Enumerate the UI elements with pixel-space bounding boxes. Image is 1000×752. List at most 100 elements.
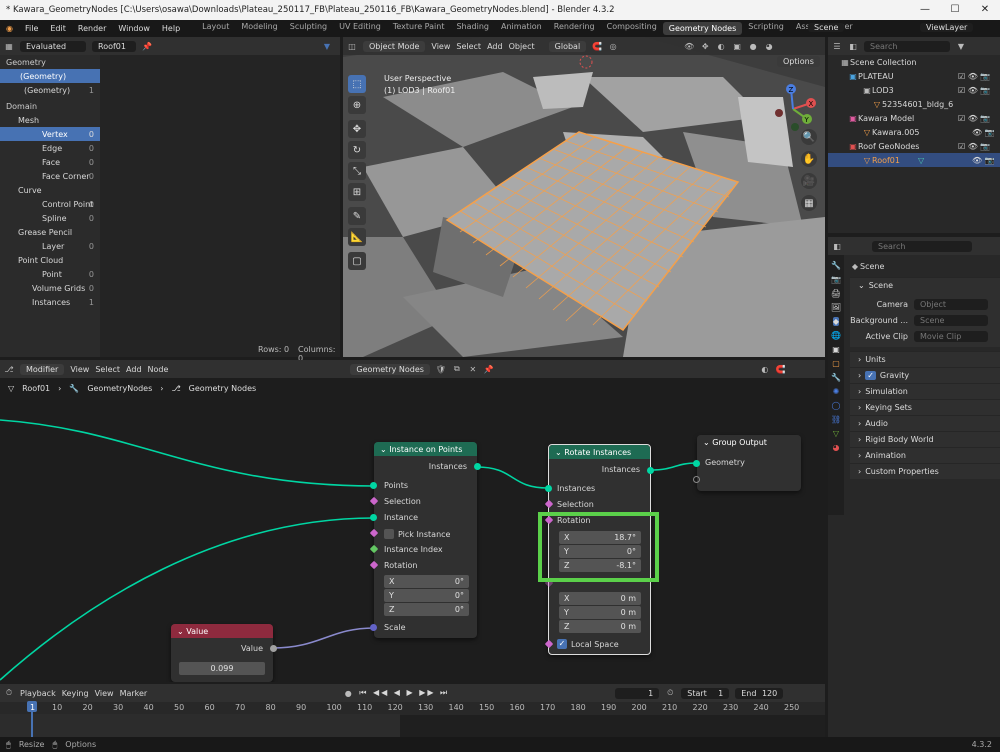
outliner-search[interactable]: Search	[864, 40, 950, 52]
vertex-item[interactable]: Vertex 0	[0, 127, 100, 141]
viewport-menu-select[interactable]: Select	[456, 42, 481, 51]
geometry-item[interactable]: (Geometry)	[0, 69, 100, 83]
viewport-menu-object[interactable]: Object	[509, 42, 535, 51]
transform-tool-icon[interactable]: ⊞	[348, 183, 366, 201]
gizmo-icon[interactable]: ✥	[700, 42, 710, 51]
outliner-filter-icon[interactable]: ▼	[956, 42, 966, 51]
start-frame-field[interactable]: Start 1	[681, 687, 730, 699]
annotate-tool-icon[interactable]: ✎	[348, 207, 366, 225]
output-tab-icon[interactable]: 🖨	[831, 289, 841, 298]
custom-properties-panel-header[interactable]: › Custom Properties	[850, 463, 1000, 479]
viewport-editor-icon[interactable]: ◫	[347, 42, 357, 51]
tab-rendering[interactable]: Rendering	[548, 22, 601, 35]
tab-compositing[interactable]: Compositing	[601, 22, 663, 35]
zoom-icon[interactable]: 🔍	[801, 129, 817, 145]
render-tab-icon[interactable]: 📷	[831, 275, 841, 284]
outliner-editor-icon[interactable]: ☰	[832, 42, 842, 51]
camera-view-icon[interactable]: 🎥	[801, 173, 817, 189]
menu-help[interactable]: Help	[156, 24, 186, 33]
instance-on-points-node[interactable]: ⌄ Instance on Points Instances Points Se…	[369, 442, 481, 638]
units-panel-header[interactable]: › Units	[850, 351, 1000, 367]
end-frame-field[interactable]: End 120	[735, 687, 784, 699]
group-output-node[interactable]: ⌄ Group Output Geometry	[693, 435, 801, 491]
record-icon[interactable]: ●	[343, 689, 353, 698]
tab-shading[interactable]: Shading	[450, 22, 495, 35]
rot-pivot-z-field[interactable]: Z 0 m	[559, 620, 641, 633]
value-field[interactable]: 0.099	[179, 662, 265, 675]
close-button[interactable]: ✕	[970, 0, 1000, 20]
outliner-item-lod3[interactable]: ▣ LOD3 ☑ 👁 📷	[828, 83, 1000, 97]
view-layer-tab-icon[interactable]: 🖼	[831, 303, 841, 312]
go-geometry-socket[interactable]	[693, 460, 700, 467]
minimize-button[interactable]: —	[910, 0, 940, 20]
particles-tab-icon[interactable]: ✺	[833, 387, 840, 396]
simulation-panel-header[interactable]: › Simulation	[850, 383, 1000, 399]
properties-search[interactable]: Search	[872, 240, 972, 252]
local-space-row[interactable]: ✓ Local Space	[557, 639, 619, 649]
navigation-gizmo[interactable]: X Y Z	[771, 83, 823, 135]
clock-icon[interactable]: ⏲	[665, 688, 675, 698]
pin-icon[interactable]: 📌	[142, 42, 152, 51]
node-editor[interactable]: ⎇ Modifier View Select Add Node Geometry…	[0, 360, 825, 682]
audio-panel-header[interactable]: › Audio	[850, 415, 1000, 431]
timeline-editor-icon[interactable]: ⏱	[4, 688, 14, 698]
value-output-socket[interactable]	[270, 645, 277, 652]
checkbox-eye-camera-icons[interactable]: ☑ 👁 📷	[958, 72, 990, 81]
iop-points-socket[interactable]	[370, 482, 377, 489]
playback-controls[interactable]: ⏮ ◀◀ ◀ ▶ ▶▶ ⏭	[359, 688, 449, 698]
go-empty-socket[interactable]	[693, 476, 700, 483]
blender-logo-icon[interactable]: ◉	[0, 24, 19, 33]
object-tab-icon[interactable]: ▢	[832, 359, 840, 368]
timeline-menu-view[interactable]: View	[95, 689, 114, 698]
current-frame-field[interactable]: 1	[615, 687, 660, 699]
menu-render[interactable]: Render	[72, 24, 112, 33]
scene-panel-header[interactable]: ⌄ Scene	[850, 277, 1000, 293]
camera-field[interactable]: Object	[914, 298, 988, 310]
iop-instance-socket[interactable]	[370, 514, 377, 521]
mesh-item[interactable]: Mesh	[0, 113, 100, 127]
tab-sculpting[interactable]: Sculpting	[284, 22, 333, 35]
transform-orientation-dropdown[interactable]: Global	[548, 40, 587, 52]
outliner-item-plateau[interactable]: ▣ PLATEAU ☑ 👁 📷	[828, 69, 1000, 83]
iop-pick-instance-row[interactable]: Pick Instance	[384, 529, 450, 539]
viewlayer-selector[interactable]: ViewLayer	[920, 23, 974, 32]
instances-item[interactable]: Instances 1	[0, 295, 100, 309]
maximize-button[interactable]: ☐	[940, 0, 970, 20]
data-tab-icon[interactable]: ▽	[833, 429, 839, 438]
rot-header[interactable]: ⌄ Rotate Instances	[549, 445, 650, 459]
outliner-item-scene-collection[interactable]: ▦ Scene Collection	[828, 55, 1000, 69]
outliner-item-bldg[interactable]: ▽ 52354601_bldg_6	[828, 97, 1000, 111]
move-tool-icon[interactable]: ✥	[348, 120, 366, 138]
rot-pivot-y-field[interactable]: Y 0 m	[559, 606, 641, 619]
rot-pivot-x-field[interactable]: X 0 m	[559, 592, 641, 605]
object-mode-dropdown[interactable]: Object Mode	[363, 40, 426, 52]
outliner-item-roof01[interactable]: ▽ Roof01 ▽ 👁 📷	[828, 153, 1000, 167]
iop-header[interactable]: ⌄ Instance on Points	[374, 442, 477, 456]
tool-tab-icon[interactable]: 🔧	[831, 261, 841, 270]
material-shading-icon[interactable]: ◕	[764, 42, 774, 51]
physics-tab-icon[interactable]: ◯	[832, 401, 841, 410]
grease-pencil-item[interactable]: Grease Pencil	[0, 225, 100, 239]
outliner-item-roof-geonodes[interactable]: ▣ Roof GeoNodes ☑ 👁 📷	[828, 139, 1000, 153]
overlays-icon[interactable]: ◐	[716, 42, 726, 51]
checkbox-eye-camera-icons[interactable]: ☑ 👁 📷	[958, 142, 990, 151]
tab-layout[interactable]: Layout	[196, 22, 235, 35]
value-header[interactable]: ⌄ Value	[171, 624, 273, 638]
constraints-tab-icon[interactable]: ⛓	[831, 415, 841, 424]
tab-geometry-nodes[interactable]: Geometry Nodes	[662, 22, 743, 35]
tab-uv-editing[interactable]: UV Editing	[333, 22, 387, 35]
volume-grids-item[interactable]: Volume Grids 0	[0, 281, 100, 295]
cursor-tool-icon[interactable]: ⊕	[348, 96, 366, 114]
timeline-menu-marker[interactable]: Marker	[120, 689, 148, 698]
eye-camera-icons[interactable]: 👁 📷	[972, 128, 995, 137]
rot-instances-output-socket[interactable]	[647, 467, 654, 474]
filter-icon[interactable]: ▼	[322, 42, 332, 51]
properties-editor-icon[interactable]: ◧	[832, 242, 842, 251]
tab-texture-paint[interactable]: Texture Paint	[387, 22, 451, 35]
gravity-panel-header[interactable]: › ✓ Gravity	[850, 367, 1000, 383]
eye-camera-icons[interactable]: 👁 📷	[972, 156, 995, 165]
iop-rot-y-field[interactable]: Y 0°	[384, 589, 469, 602]
viewport-options-button[interactable]: Options	[777, 56, 820, 67]
collection-tab-icon[interactable]: ▣	[832, 345, 840, 354]
measure-tool-icon[interactable]: 📐	[348, 228, 366, 246]
